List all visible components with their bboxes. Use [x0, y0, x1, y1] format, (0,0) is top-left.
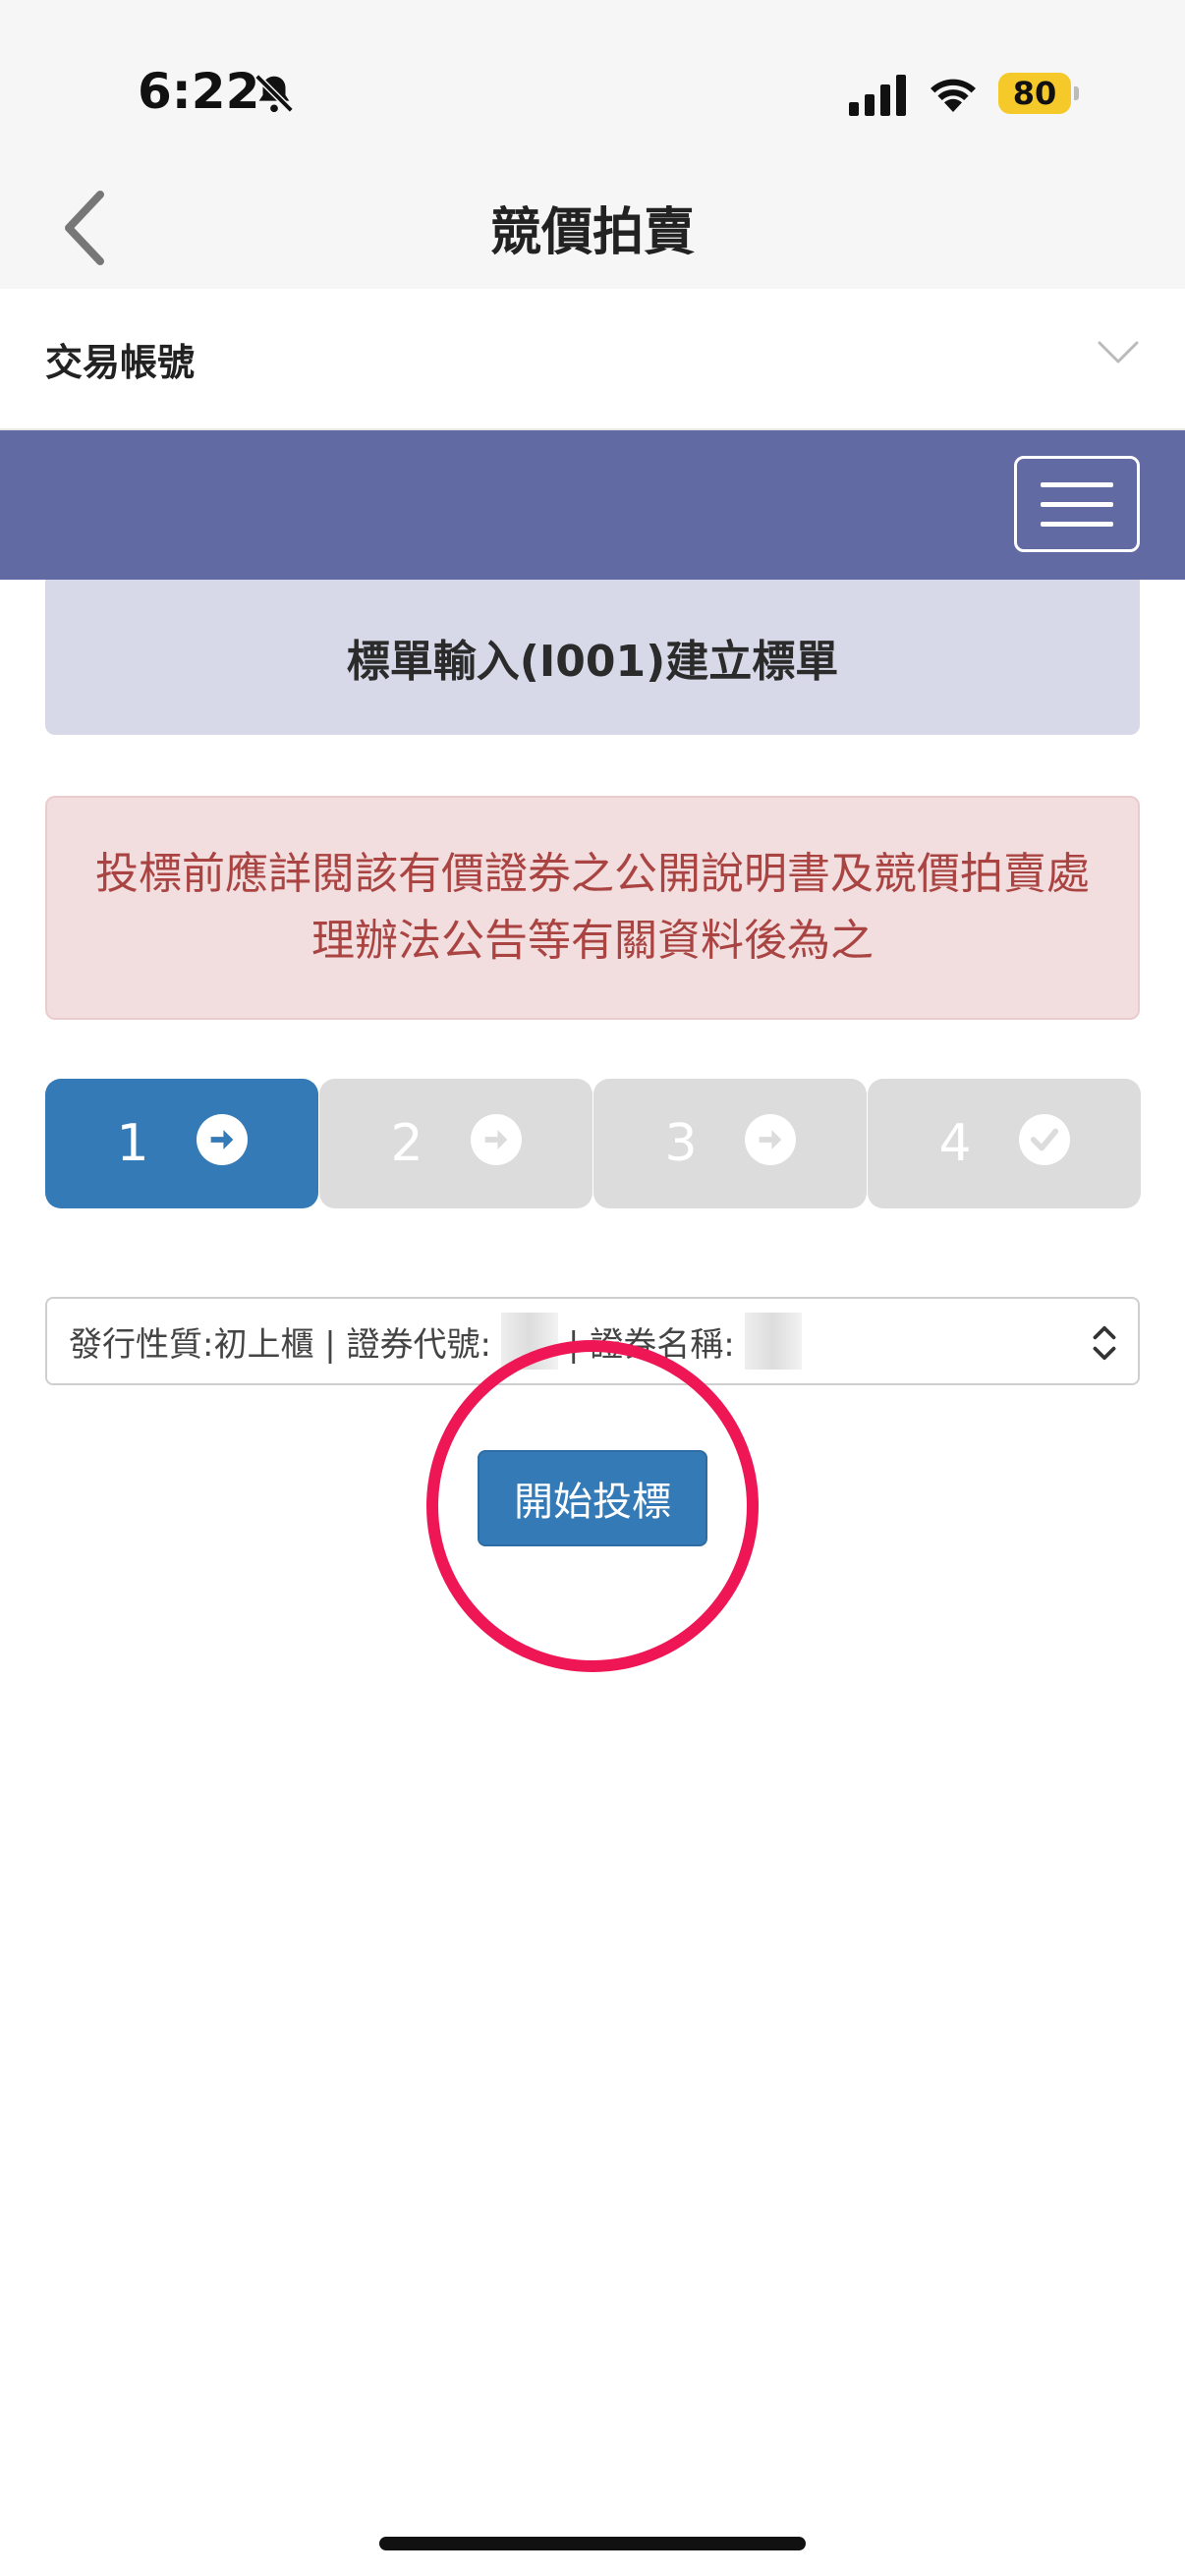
step-2[interactable]: 2	[319, 1079, 592, 1208]
status-bar: 6:22 80	[0, 0, 1185, 167]
step-number: 1	[116, 1114, 149, 1173]
step-indicator: 1 2 3 4	[45, 1079, 1141, 1208]
battery-level: 80	[1012, 75, 1057, 112]
security-select[interactable]: 發行性質:初上櫃 | 證券代號: | 證券名稱:	[45, 1297, 1140, 1385]
battery-indicator: 80	[998, 73, 1079, 114]
warning-text: 投標前應詳閱該有價證券之公開說明書及競價拍賣處理辦法公告等有關資料後為之	[95, 849, 1090, 966]
select-updown-icon	[1093, 1325, 1116, 1361]
step-number: 4	[938, 1114, 972, 1173]
chevron-down-icon	[1098, 341, 1139, 364]
step-number: 3	[664, 1114, 698, 1173]
arrow-right-icon	[196, 1114, 248, 1165]
step-number: 2	[390, 1114, 423, 1173]
page-title: 競價拍賣	[489, 203, 695, 262]
cellular-signal-icon	[849, 75, 906, 116]
warning-alert: 投標前應詳閱該有價證券之公開說明書及競價拍賣處理辦法公告等有關資料後為之	[45, 796, 1140, 1020]
account-label: 交易帳號	[45, 341, 196, 384]
navigation-bar: 競價拍賣	[0, 167, 1185, 289]
home-indicator	[379, 2537, 806, 2550]
hamburger-menu-button[interactable]	[1014, 456, 1140, 552]
arrow-right-icon	[470, 1114, 522, 1165]
step-4[interactable]: 4	[868, 1079, 1141, 1208]
check-icon	[1018, 1114, 1070, 1165]
account-selector[interactable]: 交易帳號	[0, 289, 1185, 430]
wifi-icon	[931, 79, 976, 112]
redacted-code	[500, 1313, 558, 1370]
step-1[interactable]: 1	[45, 1079, 318, 1208]
redacted-name	[744, 1313, 802, 1370]
select-value-part2: | 證券名稱:	[567, 1324, 735, 1365]
status-time: 6:22	[138, 63, 260, 120]
bell-muted-icon	[254, 74, 294, 113]
arrow-right-icon	[744, 1114, 796, 1165]
start-bid-button[interactable]: 開始投標	[478, 1450, 707, 1546]
step-3[interactable]: 3	[593, 1079, 867, 1208]
web-header-bar	[0, 430, 1185, 580]
select-value-part1: 發行性質:初上櫃 | 證券代號:	[69, 1324, 491, 1365]
section-title: 標單輸入(I001)建立標單	[45, 580, 1140, 735]
